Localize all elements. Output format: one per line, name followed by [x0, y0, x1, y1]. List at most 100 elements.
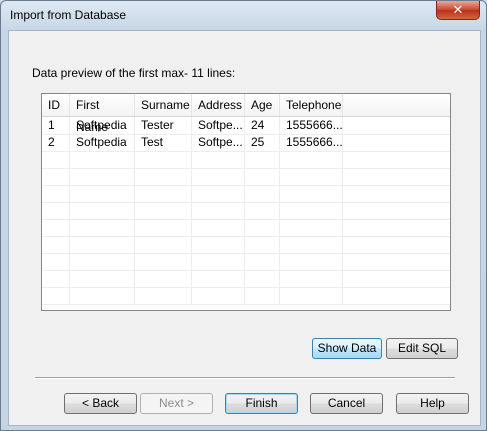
- table-cell-address: [192, 287, 245, 304]
- table-cell-address: [192, 236, 245, 253]
- table-cell-id: [42, 253, 70, 270]
- close-icon: ✕: [452, 2, 464, 17]
- table-cell-first-name: [70, 287, 135, 304]
- table-cell-address: [192, 202, 245, 219]
- table-cell-address: [192, 185, 245, 202]
- table-cell-surname: [135, 202, 192, 219]
- table-cell-telephone: [280, 270, 343, 287]
- table-cell-address: Softpe...: [192, 117, 245, 134]
- next-button[interactable]: Next >: [140, 393, 213, 414]
- table-cell-id: [42, 185, 70, 202]
- table-cell-id: [42, 168, 70, 185]
- table-cell-surname: [135, 185, 192, 202]
- table-cell-address: [192, 168, 245, 185]
- preview-label: Data preview of the first max- 11 lines:: [32, 66, 236, 80]
- import-dialog-window: Import from Database ✕ Data preview of t…: [0, 0, 487, 431]
- table-cell-telephone: [280, 168, 343, 185]
- table-cell-first-name: [70, 236, 135, 253]
- table-row[interactable]: 2 Softpedia Test Softpe... 25 1555666...: [42, 134, 450, 152]
- table-row[interactable]: [42, 287, 450, 305]
- column-header-surname[interactable]: Surname: [135, 94, 192, 116]
- table-cell-telephone: [280, 219, 343, 236]
- table-cell-first-name: [70, 219, 135, 236]
- window-title: Import from Database: [10, 8, 127, 22]
- table-cell-address: Softpe...: [192, 134, 245, 151]
- table-row[interactable]: 1 Softpedia Tester Softpe... 24 1555666...: [42, 117, 450, 135]
- table-row[interactable]: [42, 185, 450, 203]
- table-cell-filler: [343, 270, 450, 287]
- table-cell-telephone: [280, 202, 343, 219]
- table-cell-first-name: [70, 202, 135, 219]
- table-cell-first-name: [70, 253, 135, 270]
- help-button[interactable]: Help: [396, 393, 469, 414]
- table-header: ID First Name Surname Address Age Teleph…: [42, 94, 450, 134]
- table-cell-telephone: 1555666...: [280, 117, 343, 134]
- table-cell-filler: [343, 168, 450, 185]
- table-cell-telephone: [280, 253, 343, 270]
- table-cell-first-name: Softpedia: [70, 134, 135, 151]
- dialog-client-area: Data preview of the first max- 11 lines:…: [8, 30, 481, 426]
- table-cell-id: [42, 270, 70, 287]
- table-cell-address: [192, 151, 245, 168]
- show-data-button[interactable]: Show Data: [312, 338, 382, 359]
- table-cell-first-name: [70, 168, 135, 185]
- table-cell-filler: [343, 219, 450, 236]
- table-cell-id: [42, 202, 70, 219]
- table-cell-filler: [343, 134, 450, 151]
- table-cell-telephone: 1555666...: [280, 134, 343, 151]
- column-header-first-name[interactable]: First Name: [70, 94, 135, 134]
- table-cell-id: [42, 236, 70, 253]
- table-cell-id: 2: [42, 134, 70, 151]
- table-cell-id: [42, 219, 70, 236]
- table-cell-age: [245, 151, 280, 168]
- table-cell-filler: [343, 253, 450, 270]
- table-cell-first-name: Softpedia: [70, 117, 135, 134]
- column-header-id[interactable]: ID: [42, 94, 70, 116]
- table-cell-age: [245, 236, 280, 253]
- table-cell-filler: [343, 236, 450, 253]
- table-cell-age: [245, 202, 280, 219]
- table-cell-address: [192, 219, 245, 236]
- cancel-button[interactable]: Cancel: [310, 393, 383, 414]
- close-button[interactable]: ✕: [436, 1, 480, 20]
- table-row[interactable]: [42, 270, 450, 288]
- table-cell-surname: [135, 168, 192, 185]
- edit-sql-button[interactable]: Edit SQL: [386, 338, 458, 359]
- column-header-address[interactable]: Address: [192, 94, 245, 116]
- table-cell-age: [245, 253, 280, 270]
- column-header-filler: [343, 94, 450, 116]
- table-cell-surname: Test: [135, 134, 192, 151]
- table-cell-first-name: [70, 270, 135, 287]
- table-cell-id: [42, 287, 70, 304]
- table-cell-telephone: [280, 287, 343, 304]
- table-cell-age: [245, 270, 280, 287]
- table-cell-surname: [135, 151, 192, 168]
- table-row[interactable]: [42, 219, 450, 237]
- table-row[interactable]: [42, 168, 450, 186]
- table-cell-telephone: [280, 185, 343, 202]
- table-cell-id: [42, 151, 70, 168]
- table-row[interactable]: [42, 236, 450, 254]
- table-cell-filler: [343, 117, 450, 134]
- finish-button[interactable]: Finish: [225, 393, 298, 414]
- table-row[interactable]: [42, 151, 450, 169]
- title-bar[interactable]: Import from Database ✕: [1, 1, 486, 29]
- table-row[interactable]: [42, 253, 450, 271]
- table-row[interactable]: [42, 202, 450, 220]
- table-cell-surname: [135, 236, 192, 253]
- back-button[interactable]: < Back: [64, 393, 137, 414]
- data-preview-table[interactable]: ID First Name Surname Address Age Teleph…: [41, 93, 451, 311]
- column-header-telephone[interactable]: Telephone: [280, 94, 343, 116]
- table-cell-surname: [135, 270, 192, 287]
- button-separator: [35, 377, 455, 379]
- table-cell-surname: [135, 253, 192, 270]
- table-cell-filler: [343, 151, 450, 168]
- column-header-age[interactable]: Age: [245, 94, 280, 116]
- table-cell-age: [245, 168, 280, 185]
- table-cell-age: [245, 219, 280, 236]
- table-cell-filler: [343, 287, 450, 304]
- table-cell-age: [245, 287, 280, 304]
- table-cell-telephone: [280, 151, 343, 168]
- table-cell-filler: [343, 202, 450, 219]
- table-cell-surname: Tester: [135, 117, 192, 134]
